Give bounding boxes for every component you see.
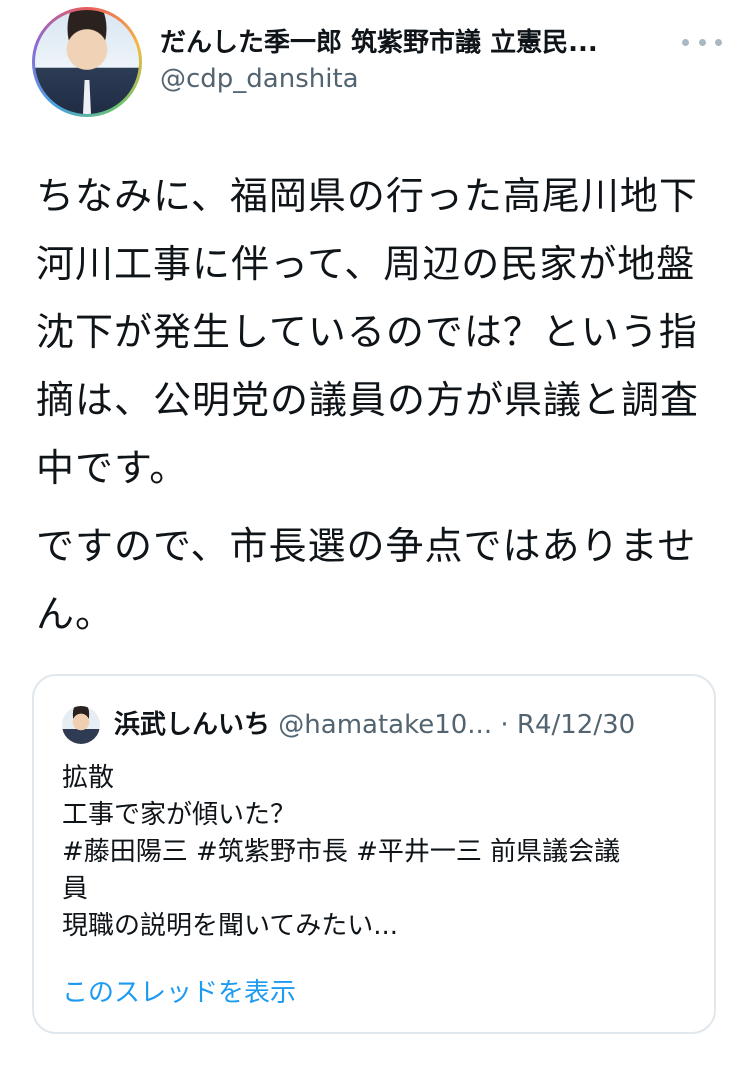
quoted-line: 員 [62, 874, 89, 904]
more-dots-icon[interactable] [682, 30, 722, 54]
quoted-tweet-card[interactable]: 浜武しんいち @hamatake10... · R4/12/30 拡散 工事で家… [32, 674, 716, 1034]
tweet-text: ちなみに、福岡県の行った高尾川地下河川工事に伴って、周辺の民家が地盤沈下が発生し… [36, 162, 726, 648]
separator-dot: · [500, 710, 509, 740]
dot [715, 38, 722, 46]
tweet-paragraph: ちなみに、福岡県の行った高尾川地下河川工事に伴って、周辺の民家が地盤沈下が発生し… [36, 174, 700, 490]
quoted-line: 工事で家が傾いた？ [62, 800, 297, 830]
dot [698, 38, 706, 46]
quoted-tweet-date: R4/12/30 [516, 710, 636, 740]
author-avatar[interactable] [32, 7, 142, 117]
quoted-tweet-text: 拡散 工事で家が傾いた？ #藤田陽三 #筑紫野市長 #平井一三 前県議会議 員 … [62, 760, 702, 945]
author-handle[interactable]: @cdp_danshita [160, 64, 359, 94]
tweet-paragraph: ですので、市長選の争点ではありません。 [36, 524, 697, 636]
quoted-author-avatar [62, 706, 100, 744]
quoted-tweet-header: 浜武しんいち @hamatake10... · R4/12/30 [114, 704, 635, 741]
author-display-name[interactable]: だんした季一郎 筑紫野市議 立憲民... [160, 22, 660, 59]
quoted-line: 拡散 [62, 763, 115, 793]
quoted-line: #藤田陽三 #筑紫野市長 #平井一三 前県議会議 [62, 837, 621, 867]
show-thread-link[interactable]: このスレッドを表示 [62, 972, 296, 1009]
quoted-author-name: 浜武しんいち [114, 710, 271, 740]
tweet-header: だんした季一郎 筑紫野市議 立憲民... @cdp_danshita [0, 0, 750, 140]
quoted-author-handle: @hamatake10... [278, 710, 493, 740]
quoted-line: 現職の説明を聞いてみたい... [62, 911, 399, 941]
dot [682, 38, 689, 46]
avatar-tie [83, 80, 91, 114]
avatar-photo [35, 10, 139, 114]
